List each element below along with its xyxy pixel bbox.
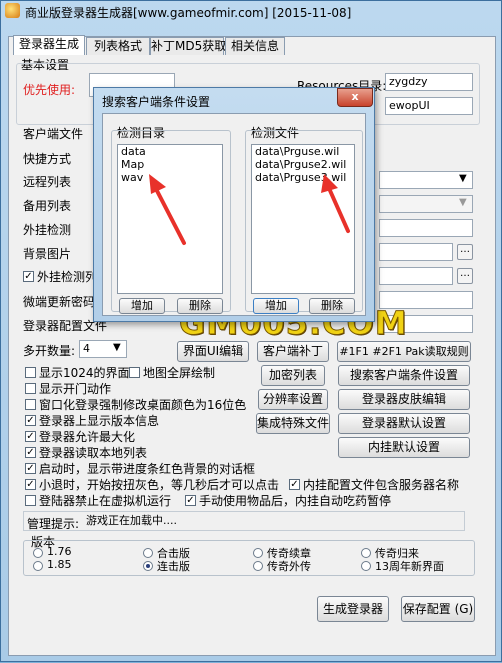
arrow-icon <box>152 183 186 245</box>
arrow-icon <box>326 184 350 233</box>
annotation-arrows <box>149 174 350 245</box>
arrow-head-icon <box>321 174 338 193</box>
main-window: 商业版登录器生成器[www.gameofmir.com] [2015-11-08… <box>0 0 502 662</box>
